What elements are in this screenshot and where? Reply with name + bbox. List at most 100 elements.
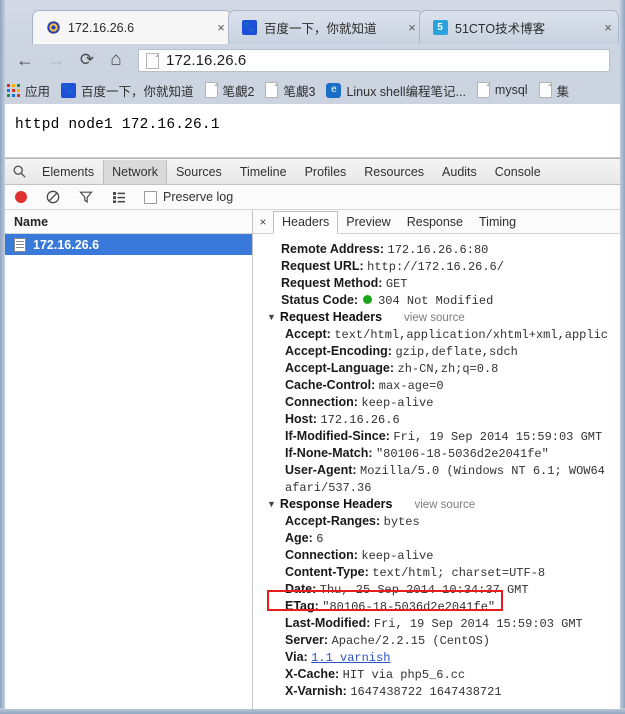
response-headers-title: Response Headers xyxy=(279,497,393,511)
req-header-connection-key: Connection: xyxy=(285,395,358,409)
bookmark-mysql-label: mysql xyxy=(494,83,528,97)
req-header-user-agent-wrap-value: afari/537.36 xyxy=(285,481,372,495)
res-header-connection-key: Connection: xyxy=(285,548,358,562)
doc-icon xyxy=(265,82,279,98)
response-headers-section[interactable]: ▼ Response Headers view source xyxy=(253,496,620,513)
res-header-age-key: Age: xyxy=(285,531,313,545)
req-header-accept-language-key: Accept-Language: xyxy=(285,361,395,375)
network-request-list: Name 172.16.26.6 xyxy=(5,210,253,709)
tab-strip: 172.16.26.6 × 🐾 百度一下，你就知道 × 5 51CTO技术博客 … xyxy=(0,0,625,44)
devtools-tab-sources[interactable]: Sources xyxy=(167,160,231,184)
req-header-if-modified-since-value: Fri, 19 Sep 2014 15:59:03 GMT xyxy=(393,430,603,444)
ie-icon: e xyxy=(326,82,342,98)
res-header-x-varnish-key: X-Varnish: xyxy=(285,684,347,698)
navigation-toolbar: ← → ⟳ ⌂ 172.16.26.6 xyxy=(0,44,625,76)
target-icon xyxy=(45,20,61,36)
baidu-icon: 🐾 xyxy=(241,20,257,36)
header-request-method-value: GET xyxy=(385,277,408,291)
preserve-log-checkbox[interactable] xyxy=(144,190,157,204)
browser-tab-2[interactable]: 🐾 百度一下，你就知道 × xyxy=(228,10,423,44)
res-header-via-value[interactable]: 1.1 varnish xyxy=(311,651,390,665)
devtools-tab-audits[interactable]: Audits xyxy=(433,160,486,184)
header-request-method-key: Request Method: xyxy=(281,276,383,290)
bookmark-note3-label: 笔覰3 xyxy=(283,84,316,99)
bookmark-baidu[interactable]: 🐾 百度一下，你就知道 xyxy=(61,81,194,100)
list-view-icon[interactable] xyxy=(111,190,126,205)
request-detail-panel: × Headers Preview Response Timing Remote… xyxy=(253,210,620,709)
forward-icon[interactable]: → xyxy=(43,47,69,73)
res-header-x-varnish-value: 1647438722 1647438721 xyxy=(350,685,502,699)
reload-icon[interactable]: ⟳ xyxy=(74,47,100,73)
devtools-tab-network[interactable]: Network xyxy=(103,159,167,184)
res-header-server-value: Apache/2.2.15 (CentOS) xyxy=(331,634,491,648)
bookmark-linux-shell[interactable]: e Linux shell编程笔记... xyxy=(326,81,466,100)
devtools-panel: Elements Network Sources Timeline Profil… xyxy=(5,158,620,709)
detail-tab-response[interactable]: Response xyxy=(399,211,471,233)
devtools-tab-console[interactable]: Console xyxy=(486,160,550,184)
header-status-code-value: 304 Not Modified xyxy=(378,294,494,308)
res-header-via: Via: 1.1 varnish xyxy=(253,649,620,666)
browser-tab-3[interactable]: 5 51CTO技术博客 × xyxy=(419,10,619,44)
close-icon[interactable]: × xyxy=(253,215,273,229)
back-icon[interactable]: ← xyxy=(12,47,38,73)
browser-tab-1-title: 172.16.26.6 xyxy=(68,20,135,35)
req-header-user-agent-value: Mozilla/5.0 (Windows NT 6.1; WOW64 xyxy=(360,464,605,478)
request-headers-section[interactable]: ▼ Request Headers view source xyxy=(253,309,620,326)
bookmark-apps-label: 应用 xyxy=(25,84,51,99)
clear-icon[interactable] xyxy=(45,190,60,205)
detail-tab-headers[interactable]: Headers xyxy=(273,210,339,234)
headers-body: Remote Address: 172.16.26.6:80 Request U… xyxy=(253,234,620,709)
res-header-via-key: Via: xyxy=(285,650,308,664)
res-header-server-key: Server: xyxy=(285,633,329,647)
res-header-x-cache-key: X-Cache: xyxy=(285,667,340,681)
res-header-connection-value: keep-alive xyxy=(361,549,434,563)
res-header-accept-ranges-key: Accept-Ranges: xyxy=(285,514,381,528)
page-body-text: httpd node1 172.16.26.1 xyxy=(15,117,220,133)
search-icon[interactable] xyxy=(5,165,33,178)
network-request-row[interactable]: 172.16.26.6 xyxy=(5,234,252,255)
request-headers-title: Request Headers xyxy=(279,310,383,324)
res-header-date: Date: Thu, 25 Sep 2014 10:34:37 GMT xyxy=(253,581,620,598)
devtools-tab-timeline[interactable]: Timeline xyxy=(231,160,296,184)
res-header-x-cache: X-Cache: HIT via php5_6.cc xyxy=(253,666,620,683)
bookmark-note3[interactable]: 笔覰3 xyxy=(265,81,315,100)
req-header-accept-key: Accept: xyxy=(285,327,331,341)
browser-tab-2-title: 百度一下，你就知道 xyxy=(264,22,377,36)
window-edge-right xyxy=(620,0,625,714)
request-view-source-link[interactable]: view source xyxy=(404,312,465,324)
address-bar[interactable]: 172.16.26.6 xyxy=(138,49,610,72)
network-column-header-name[interactable]: Name xyxy=(5,210,252,234)
res-header-server: Server: Apache/2.2.15 (CentOS) xyxy=(253,632,620,649)
bookmark-ji-label: 集 xyxy=(556,84,570,99)
devtools-tab-resources[interactable]: Resources xyxy=(355,160,433,184)
chevron-down-icon: ▼ xyxy=(267,312,276,322)
home-icon[interactable]: ⌂ xyxy=(103,47,129,73)
network-request-name: 172.16.26.6 xyxy=(33,237,100,252)
status-ok-icon xyxy=(362,295,372,304)
req-header-cache-control-key: Cache-Control: xyxy=(285,378,376,392)
apps-grid-icon xyxy=(7,83,20,97)
bookmark-mysql[interactable]: mysql xyxy=(476,82,528,98)
req-header-if-modified-since: If-Modified-Since: Fri, 19 Sep 2014 15:5… xyxy=(253,428,620,445)
filter-icon[interactable] xyxy=(78,190,93,205)
devtools-tab-profiles[interactable]: Profiles xyxy=(296,160,356,184)
detail-tab-timing[interactable]: Timing xyxy=(471,211,524,233)
detail-tab-preview[interactable]: Preview xyxy=(338,211,398,233)
req-header-user-agent: User-Agent: Mozilla/5.0 (Windows NT 6.1;… xyxy=(253,462,620,479)
res-header-content-type-value: text/html; charset=UTF-8 xyxy=(372,566,546,580)
res-header-etag-key: ETag: xyxy=(285,599,319,613)
res-header-x-cache-value: HIT via php5_6.cc xyxy=(342,668,466,682)
header-status-code: Status Code: 304 Not Modified xyxy=(253,292,620,309)
bookmarks-bar: 应用 🐾 百度一下，你就知道 笔覰2 笔覰3 e Linux shell编程笔记… xyxy=(0,76,625,104)
devtools-tab-elements[interactable]: Elements xyxy=(33,160,103,184)
browser-tab-3-close-icon[interactable]: × xyxy=(598,21,618,34)
req-header-if-none-match-value: "80106-18-5036d2e2041fe" xyxy=(375,447,549,461)
browser-tab-3-title: 51CTO技术博客 xyxy=(455,22,546,36)
req-header-host-value: 172.16.26.6 xyxy=(320,413,400,427)
browser-tab-1[interactable]: 172.16.26.6 × xyxy=(32,10,232,44)
bookmark-apps[interactable]: 应用 xyxy=(7,81,50,100)
bookmark-note2[interactable]: 笔覰2 xyxy=(204,81,254,100)
bookmark-ji[interactable]: 集 xyxy=(538,81,570,100)
record-icon[interactable] xyxy=(15,191,27,203)
response-view-source-link[interactable]: view source xyxy=(414,499,475,511)
